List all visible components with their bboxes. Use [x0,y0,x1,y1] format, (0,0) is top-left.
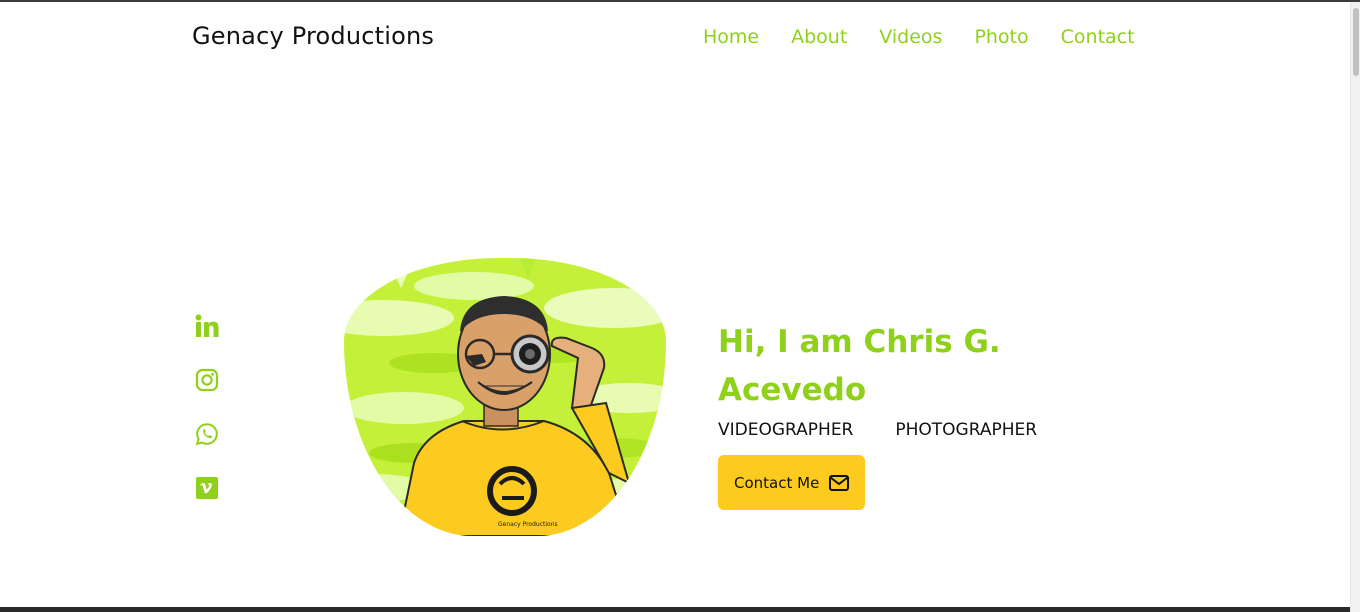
nav-link-home[interactable]: Home [703,26,759,48]
avatar-illustration: Genacy Productions [344,258,666,536]
instagram-icon[interactable] [195,368,219,392]
contact-me-button[interactable]: Contact Me [718,455,866,510]
contact-me-label: Contact Me [734,473,820,492]
linkedin-icon[interactable] [195,314,219,338]
profile-avatar: Genacy Productions [344,258,666,536]
role-photographer: PHOTOGRAPHER [895,420,1038,440]
hero-roles: VIDEOGRAPHER PHOTOGRAPHER [718,420,1138,440]
main-nav: Home About Videos Photo Contact [703,26,1135,48]
avatar-logo-text: Genacy Productions [498,521,558,528]
whatsapp-icon[interactable] [195,422,219,446]
nav-link-photo[interactable]: Photo [974,26,1028,48]
window-bottom-border [0,607,1350,612]
role-videographer: VIDEOGRAPHER [718,420,854,440]
social-links [195,314,219,530]
envelope-icon [829,474,850,491]
scrollbar-thumb[interactable] [1353,8,1359,76]
hero-intro: Hi, I am Chris G. Acevedo VIDEOGRAPHER P… [718,318,1138,510]
nav-link-videos[interactable]: Videos [879,26,942,48]
vimeo-icon[interactable] [195,476,219,500]
brand-name[interactable]: Genacy Productions [192,22,434,50]
nav-link-contact[interactable]: Contact [1061,26,1135,48]
hero-title: Hi, I am Chris G. Acevedo [718,324,1001,408]
page-scrollbar[interactable] [1350,2,1360,612]
site-header: Genacy Productions Home About Videos Pho… [0,2,1350,74]
nav-link-about[interactable]: About [791,26,847,48]
